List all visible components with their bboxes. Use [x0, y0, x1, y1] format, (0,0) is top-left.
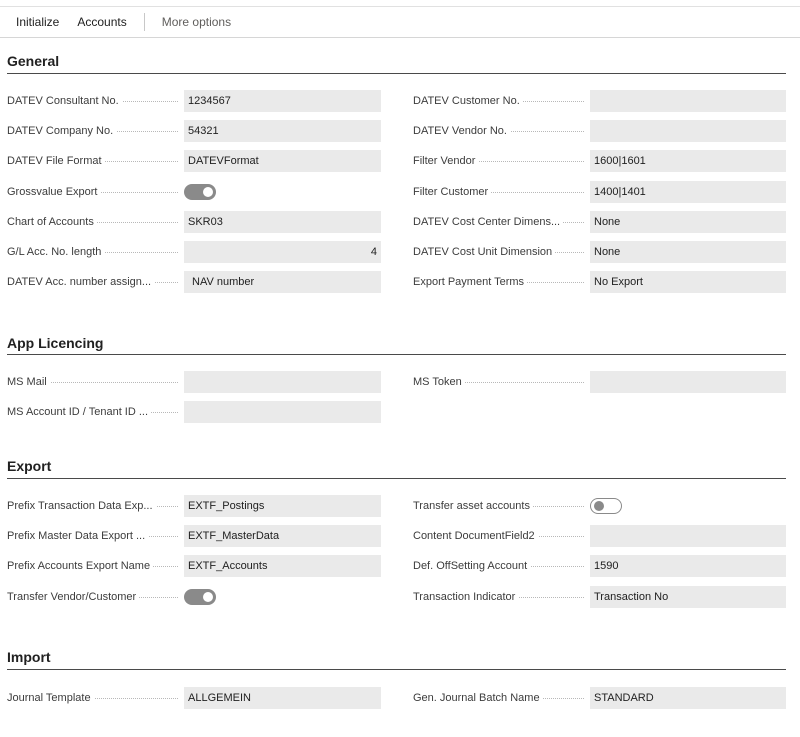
input-filter-customer[interactable]: 1400|1401 — [590, 180, 786, 203]
input-ms-token[interactable] — [590, 371, 786, 393]
field-label-text: G/L Acc. No. length — [7, 246, 105, 258]
field-label-text: DATEV Cost Unit Dimension — [413, 246, 556, 258]
field-label-filter-customer: Filter Customer — [413, 181, 492, 203]
field-label-text: DATEV Acc. number assign... — [7, 276, 155, 289]
field-row-ms-account-id-tenant-id: MS Account ID / Tenant ID ... — [0, 401, 800, 423]
field-row-ms-token: MS Token — [0, 371, 800, 393]
input-datev-vendor-no[interactable] — [590, 120, 786, 143]
field-label-text: Filter Vendor — [413, 155, 479, 168]
field-label-text: DATEV Cost Center Dimens... — [413, 215, 564, 228]
field-row-filter-customer: Filter Customer 1400|1401 — [0, 180, 800, 203]
input-content-documentfield2[interactable] — [590, 525, 786, 548]
field-label-text: Transaction Indicator — [413, 590, 519, 603]
field-label-text: Chart of Accounts — [7, 215, 97, 228]
section-rule — [7, 669, 786, 670]
input-gen-journal-batch-name[interactable]: STANDARD — [590, 687, 786, 709]
field-label-content-documentfield2: Content DocumentField2 — [413, 525, 538, 547]
field-label-datev-cost-unit-dimension: DATEV Cost Unit Dimension — [413, 241, 556, 263]
field-label-datev-vendor-no: DATEV Vendor No. — [413, 120, 510, 142]
section-title-export[interactable]: Export — [7, 456, 786, 476]
section-title-app-licencing[interactable]: App Licencing — [7, 333, 786, 353]
input-export-payment-terms[interactable]: No Export — [590, 271, 786, 294]
input-def-offsetting-account[interactable]: 1590 — [590, 555, 786, 578]
action-bar: Initialize Accounts More options — [0, 7, 800, 38]
field-label-def-offsetting-account: Def. OffSetting Account — [413, 555, 531, 577]
section-app-licencing: App Licencing — [7, 333, 786, 353]
section-rule — [7, 478, 786, 479]
more-options-action[interactable]: More options — [162, 15, 231, 29]
field-label-datev-cost-center-dimens: DATEV Cost Center Dimens... — [413, 211, 564, 233]
section-title-import[interactable]: Import — [7, 647, 786, 667]
field-label-text: DATEV Consultant No. — [7, 95, 122, 107]
section-title-general[interactable]: General — [7, 51, 786, 71]
field-label-text: Content DocumentField2 — [413, 530, 538, 543]
field-label-transfer-asset-accounts: Transfer asset accounts — [413, 495, 533, 517]
field-row-filter-vendor: Filter Vendor 1600|1601 — [0, 150, 800, 173]
field-row-datev-cost-center-dimens: DATEV Cost Center Dimens... None — [0, 210, 800, 233]
field-row-gen-journal-batch-name: Gen. Journal Batch Name STANDARD — [0, 687, 800, 709]
field-label-text: DATEV File Format — [7, 155, 105, 168]
section-rule — [7, 73, 786, 74]
section-general: General — [7, 51, 786, 71]
input-datev-cost-center-dimens[interactable]: None — [590, 210, 786, 233]
field-label-text: DATEV Vendor No. — [413, 125, 510, 138]
field-label-datev-customer-no: DATEV Customer No. — [413, 90, 523, 112]
action-separator — [143, 13, 145, 31]
section-export: Export — [7, 456, 786, 476]
field-label-text: Grossvalue Export — [7, 185, 101, 198]
field-label-transaction-indicator: Transaction Indicator — [413, 586, 519, 608]
toggle-knob — [594, 501, 604, 511]
field-label-text: MS Account ID / Tenant ID ... — [7, 406, 152, 418]
field-label-text: Filter Customer — [413, 185, 492, 198]
section-rule — [7, 354, 786, 355]
field-label-gen-journal-batch-name: Gen. Journal Batch Name — [413, 687, 543, 709]
field-label-text: MS Token — [413, 376, 465, 388]
initialize-action[interactable]: Initialize — [16, 15, 59, 29]
section-import: Import — [7, 647, 786, 667]
field-label-ms-token: MS Token — [413, 371, 465, 393]
field-label-text: Transfer asset accounts — [413, 500, 533, 512]
field-label-export-payment-terms: Export Payment Terms — [413, 271, 528, 293]
input-transaction-indicator[interactable]: Transaction No — [590, 585, 786, 608]
field-label-ms-account-id-tenant-id: MS Account ID / Tenant ID ... — [7, 401, 152, 423]
accounts-action[interactable]: Accounts — [77, 15, 126, 29]
field-label-text: DATEV Company No. — [7, 125, 117, 138]
field-label-text: Gen. Journal Batch Name — [413, 692, 543, 704]
field-row-datev-cost-unit-dimension: DATEV Cost Unit Dimension None — [0, 241, 800, 263]
field-label-text: DATEV Customer No. — [413, 95, 523, 107]
input-ms-account-id-tenant-id[interactable] — [184, 401, 381, 423]
toggle-transfer-asset-accounts[interactable] — [590, 498, 622, 514]
field-label-text: MS Mail — [7, 376, 50, 388]
field-label-text: Export Payment Terms — [413, 276, 528, 289]
input-datev-cost-unit-dimension[interactable]: None — [590, 241, 786, 263]
field-label-text: Journal Template — [7, 692, 94, 704]
field-label-text: Prefix Master Data Export ... — [7, 530, 149, 543]
field-label-text: Def. OffSetting Account — [413, 560, 531, 573]
field-label-text: Prefix Transaction Data Exp... — [7, 500, 156, 512]
field-row-datev-vendor-no: DATEV Vendor No. — [0, 120, 800, 143]
field-label-text: Prefix Accounts Export Name — [7, 560, 154, 573]
input-datev-customer-no[interactable] — [590, 90, 786, 112]
input-filter-vendor[interactable]: 1600|1601 — [590, 150, 786, 173]
field-label-filter-vendor: Filter Vendor — [413, 150, 479, 172]
field-label-text: Transfer Vendor/Customer — [7, 590, 140, 603]
